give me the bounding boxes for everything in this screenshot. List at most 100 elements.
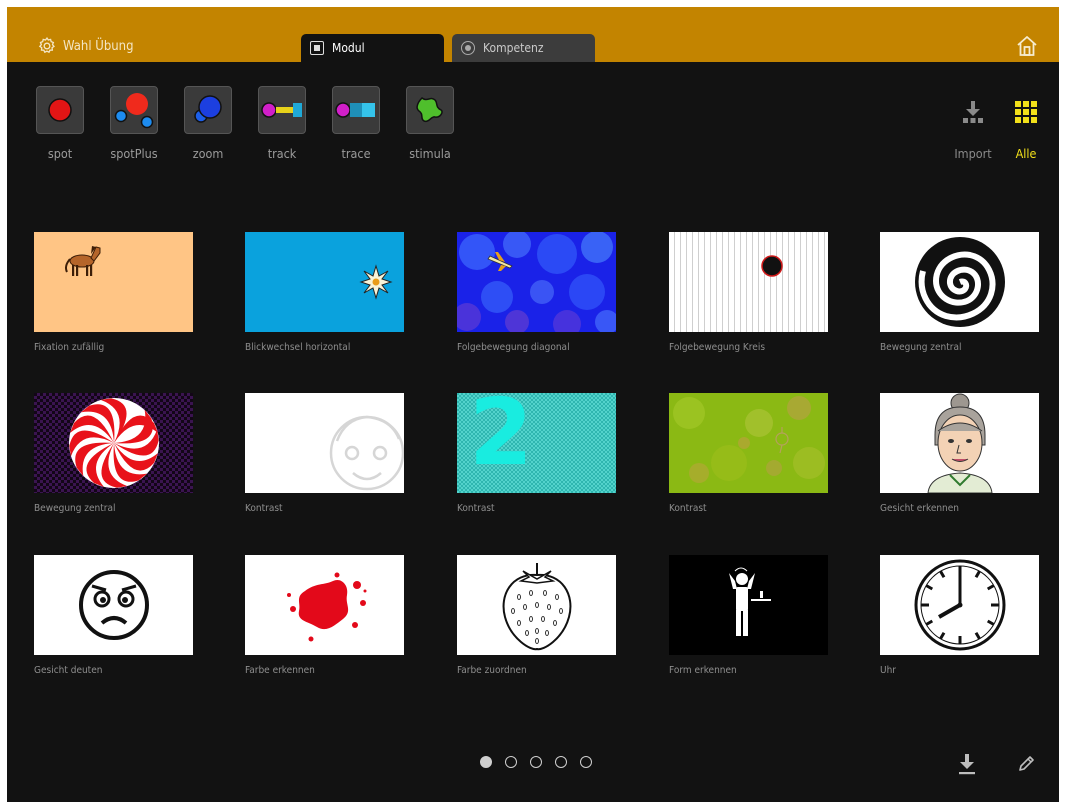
module-trace-label: trace [341, 146, 371, 161]
exercise-card[interactable]: Farbe erkennen [245, 555, 404, 676]
red-swirl-icon [69, 398, 159, 488]
exercise-caption: Uhr [880, 665, 896, 676]
module-square-icon [310, 41, 324, 55]
sad-face-icon [79, 570, 149, 640]
tab-modul-label: Modul [332, 41, 365, 55]
starburst-icon [359, 264, 393, 300]
module-trace-button[interactable] [332, 86, 380, 134]
module-spot-button[interactable] [36, 86, 84, 134]
exercise-thumbnail-star [245, 232, 404, 332]
module-zoom-button[interactable] [184, 86, 232, 134]
exercise-thumbnail-grandmother [880, 393, 1039, 493]
exercise-card[interactable]: Bewegung zentral [34, 393, 193, 514]
clock-icon [914, 559, 1006, 651]
track-icon [261, 102, 302, 118]
contrast-digit: 2 [469, 393, 534, 486]
exercise-caption: Kontrast [245, 503, 283, 514]
exercise-thumbnail-red-splash [245, 555, 404, 655]
exercise-thumbnail-horse [34, 232, 193, 332]
exercise-card[interactable]: Fixation zufällig [34, 232, 193, 353]
home-icon[interactable] [1015, 34, 1039, 58]
app-window: Wahl Übung Modul Kompetenz spot spotPlus… [7, 7, 1059, 802]
exercise-caption: Fixation zufällig [34, 342, 105, 353]
exercise-card[interactable]: Bewegung zentral [880, 232, 1039, 353]
grandmother-face-icon [927, 393, 993, 493]
exercise-caption: Farbe zuordnen [457, 665, 527, 676]
module-spotplus-label: spotPlus [110, 146, 158, 161]
spot-icon [48, 98, 72, 122]
exercise-thumbnail-sad-face [34, 555, 193, 655]
download-icon[interactable] [957, 753, 977, 775]
page-dot-2[interactable] [505, 756, 517, 768]
target-dot-icon [761, 255, 783, 277]
exercise-thumbnail-bubbles-plane [457, 232, 616, 332]
module-spotplus-button[interactable] [110, 86, 158, 134]
exercise-card[interactable]: Uhr [880, 555, 1039, 676]
exercise-thumbnail-strawberry [457, 555, 616, 655]
exercise-caption: Bewegung zentral [34, 503, 116, 514]
exercise-caption: Bewegung zentral [880, 342, 962, 353]
faint-face-icon [329, 415, 404, 491]
exercise-caption: Kontrast [669, 503, 707, 514]
page-dot-1[interactable] [480, 756, 492, 768]
exercise-card[interactable]: Kontrast [669, 393, 828, 514]
all-filter-label[interactable]: Alle [996, 146, 1056, 161]
trace-icon [335, 102, 375, 118]
exercise-caption: Gesicht deuten [34, 665, 103, 676]
tab-modul[interactable]: Modul [301, 34, 444, 62]
exercise-thumbnail-spiral [880, 232, 1039, 332]
module-track-label: track [267, 146, 297, 161]
app-title-label: Wahl Übung [63, 38, 134, 54]
pagination [480, 756, 592, 768]
tab-kompetenz[interactable]: Kompetenz [452, 34, 595, 62]
exercise-card[interactable]: Folgebewegung Kreis [669, 232, 828, 353]
exercise-caption: Farbe erkennen [245, 665, 315, 676]
module-track-button[interactable] [258, 86, 306, 134]
header-bar: Wahl Übung Modul Kompetenz [7, 7, 1059, 62]
exercise-card[interactable]: Form erkennen [669, 555, 828, 676]
balloon-icon [775, 427, 789, 454]
exercise-card[interactable]: Gesicht deuten [34, 555, 193, 676]
competence-circle-icon [461, 41, 475, 55]
exercise-card[interactable]: 2 Kontrast [457, 393, 616, 514]
app-title: Wahl Übung [37, 36, 134, 56]
exercise-thumbnail-red-spiral [34, 393, 193, 493]
exercise-thumbnail-digit: 2 [457, 393, 616, 493]
page-dot-4[interactable] [555, 756, 567, 768]
module-zoom-label: zoom [192, 146, 224, 161]
module-stimula-button[interactable] [406, 86, 454, 134]
exercise-caption: Folgebewegung Kreis [669, 342, 766, 353]
zoom-icon [194, 95, 222, 123]
exercise-caption: Folgebewegung diagonal [457, 342, 570, 353]
confused-person-icon [729, 567, 771, 636]
exercise-card[interactable]: Gesicht erkennen [880, 393, 1039, 514]
import-icon[interactable] [960, 99, 986, 125]
strawberry-icon [502, 563, 572, 651]
module-stimula-label: stimula [409, 146, 451, 161]
stimula-icon [416, 96, 443, 123]
exercise-caption: Kontrast [457, 503, 495, 514]
exercise-caption: Form erkennen [669, 665, 737, 676]
exercise-caption: Blickwechsel horizontal [245, 342, 351, 353]
grid-all-icon[interactable] [1013, 99, 1039, 125]
exercise-card[interactable]: Folgebewegung diagonal [457, 232, 616, 353]
module-spot-label: spot [47, 146, 73, 161]
paint-splash-icon [287, 572, 367, 642]
spiral-icon [915, 237, 1005, 327]
exercise-thumbnail-stripes-dot [669, 232, 828, 332]
exercise-card[interactable]: Kontrast [245, 393, 404, 514]
tab-kompetenz-label: Kompetenz [483, 41, 544, 55]
exercise-card[interactable]: Blickwechsel horizontal [245, 232, 404, 353]
pencil-icon[interactable] [1017, 755, 1035, 773]
horse-icon [65, 246, 101, 276]
spotplus-icon [114, 93, 154, 129]
exercise-thumbnail-person [669, 555, 828, 655]
import-filter-label[interactable]: Import [943, 146, 1003, 161]
page-dot-3[interactable] [530, 756, 542, 768]
exercise-thumbnail-green-bubbles [669, 393, 828, 493]
page-dot-5[interactable] [580, 756, 592, 768]
exercise-thumbnail-clock [880, 555, 1039, 655]
exercise-caption: Gesicht erkennen [880, 503, 959, 514]
exercise-card[interactable]: Farbe zuordnen [457, 555, 616, 676]
exercise-thumbnail-faint-face [245, 393, 404, 493]
